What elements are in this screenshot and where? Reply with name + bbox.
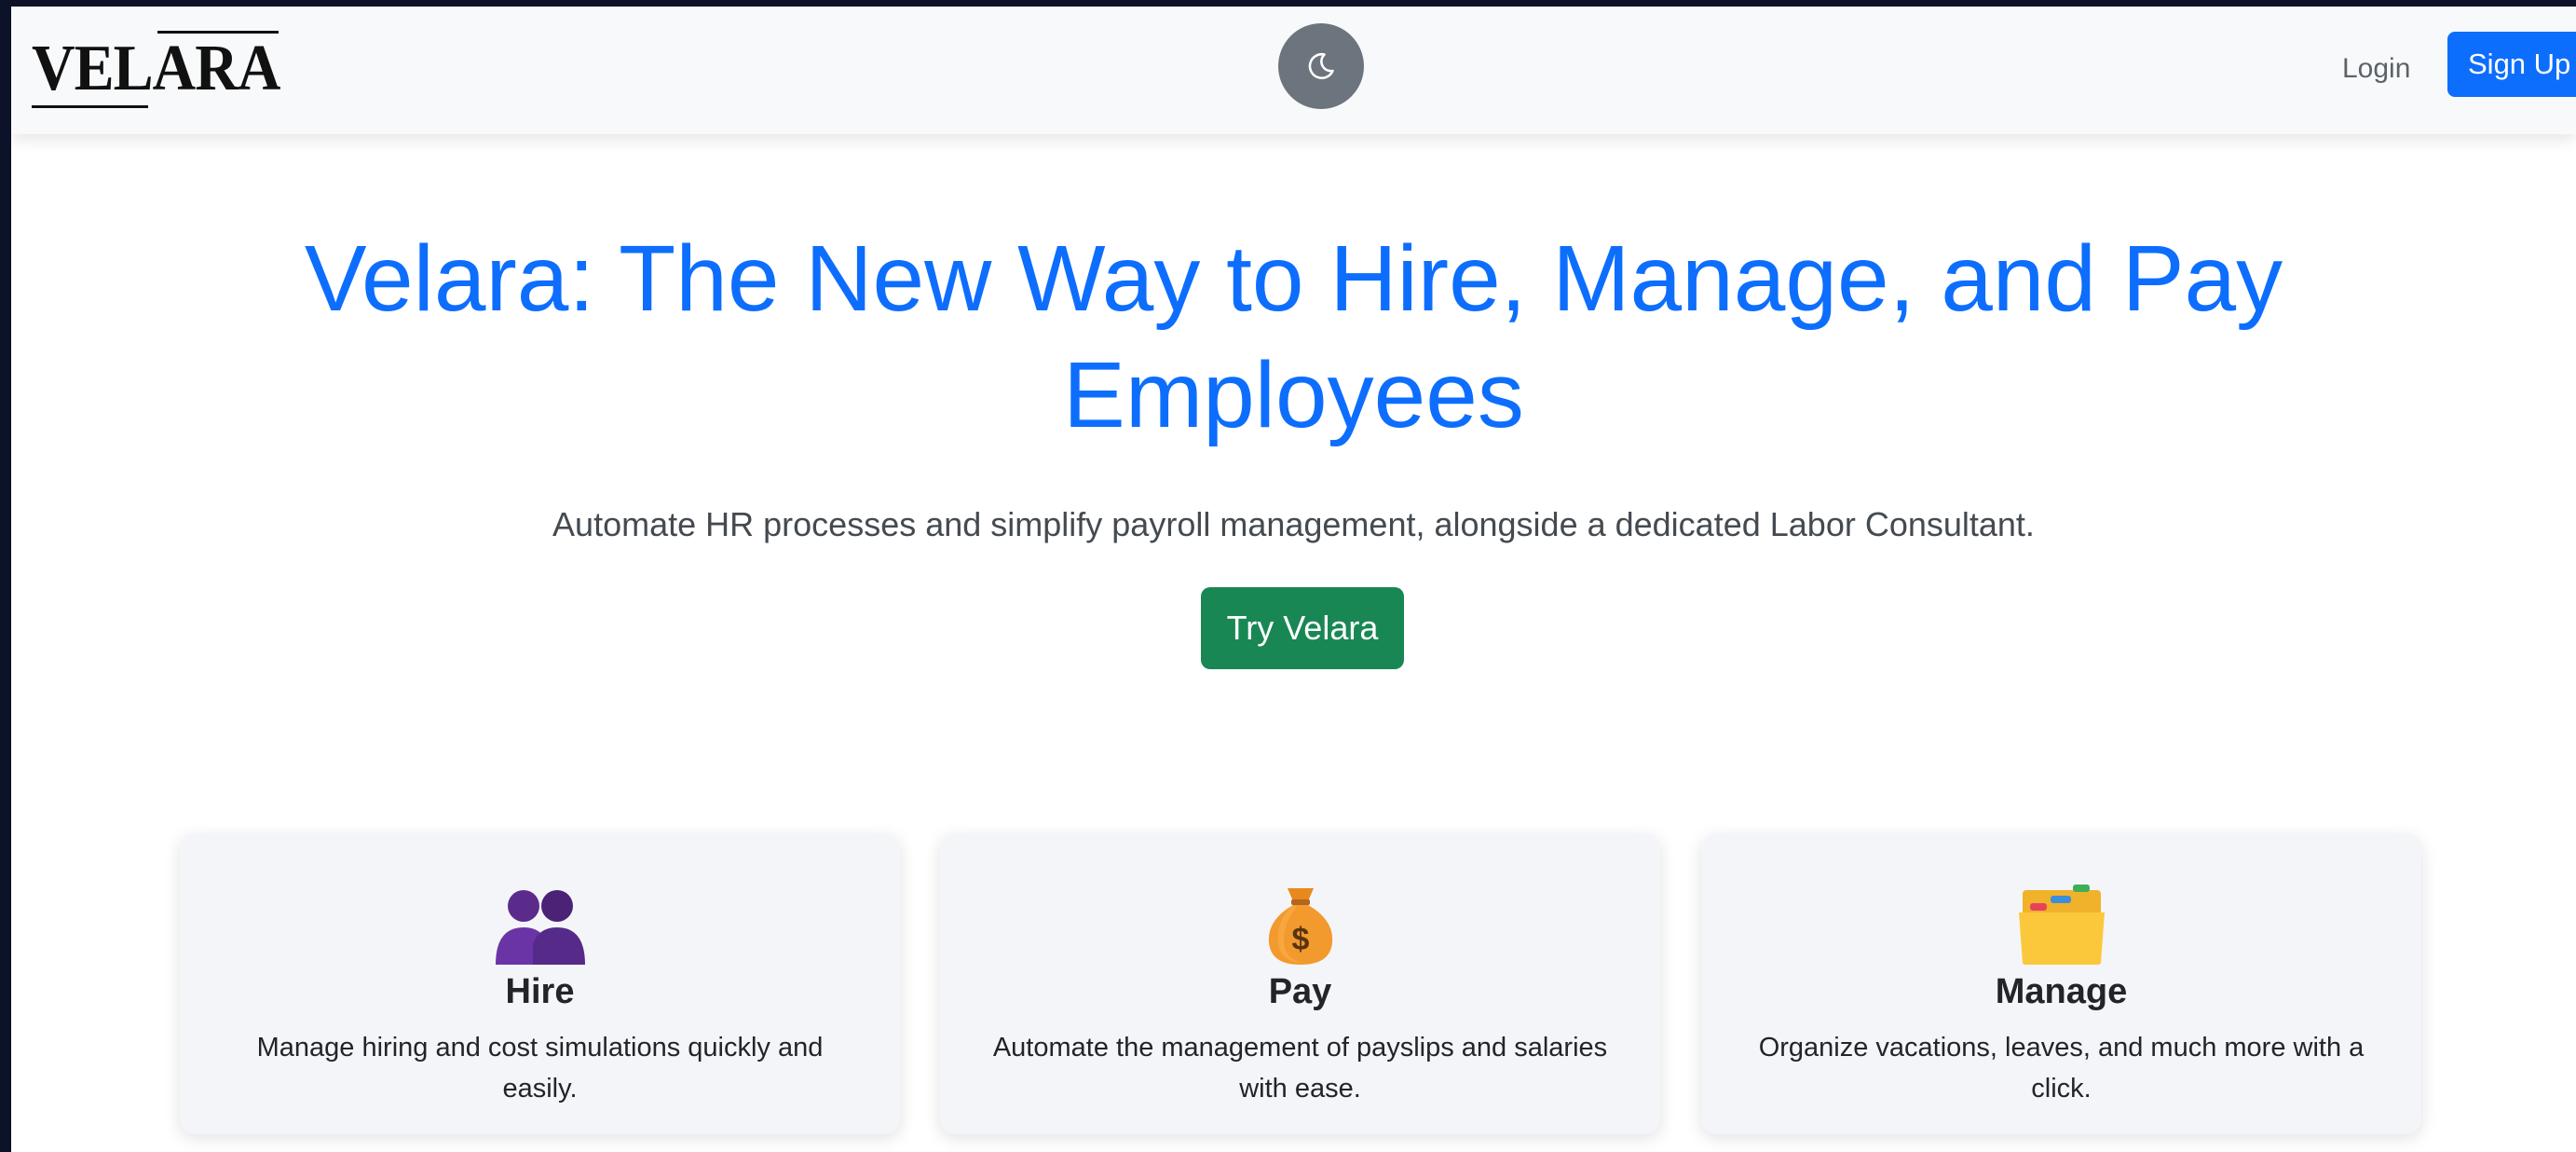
try-velara-button[interactable]: Try Velara xyxy=(1201,587,1404,669)
feature-description: Organize vacations, leaves, and much mor… xyxy=(1758,1033,2365,1104)
login-link[interactable]: Login xyxy=(2342,53,2410,85)
feature-description: Manage hiring and cost simulations quick… xyxy=(256,1033,824,1104)
hero-title: Velara: The New Way to Hire, Manage, and… xyxy=(11,221,2576,454)
logo-bottom-rule xyxy=(32,105,148,108)
feature-card-hire: Hire Manage hiring and cost simulations … xyxy=(180,834,900,1134)
logo[interactable]: VELARA xyxy=(32,31,283,115)
signup-button[interactable]: Sign Up xyxy=(2447,32,2576,97)
feature-card-manage: Manage Organize vacations, leaves, and m… xyxy=(1701,834,2421,1134)
hero-title-line-1: Velara: The New Way to Hire, Manage, and… xyxy=(304,226,2283,331)
folder-icon xyxy=(2018,885,2105,965)
logo-text: VELARA xyxy=(32,33,280,104)
navbar: VELARA Login Sign Up xyxy=(11,7,2576,134)
feature-title: Manage xyxy=(1995,972,2128,1011)
moon-icon xyxy=(1308,52,1334,79)
feature-description: Automate the management of payslips and … xyxy=(992,1033,1608,1104)
hero-subtitle: Automate HR processes and simplify payro… xyxy=(552,505,2035,543)
feature-title: Pay xyxy=(1268,972,1332,1011)
theme-toggle-button[interactable] xyxy=(1278,23,1364,109)
page-frame: VELARA Login Sign Up Velara: The New Way… xyxy=(11,7,2576,1152)
svg-text:$: $ xyxy=(1291,922,1309,957)
feature-title: Hire xyxy=(505,972,575,1011)
people-icon xyxy=(495,890,585,965)
money-bag-icon: $ xyxy=(1268,888,1332,965)
hero-title-line-2: Employees xyxy=(1063,343,1524,447)
feature-card-pay: $ Pay Automate the management of payslip… xyxy=(940,834,1660,1134)
